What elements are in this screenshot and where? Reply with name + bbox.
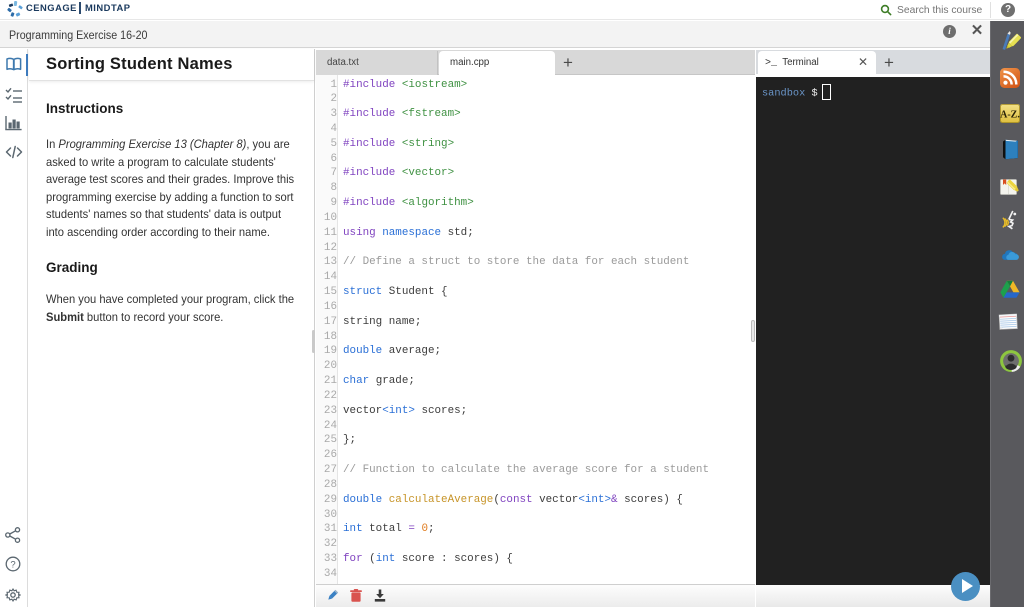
svg-text:?: ? [10,559,15,570]
svg-text:A-Z.: A-Z. [1000,110,1020,121]
